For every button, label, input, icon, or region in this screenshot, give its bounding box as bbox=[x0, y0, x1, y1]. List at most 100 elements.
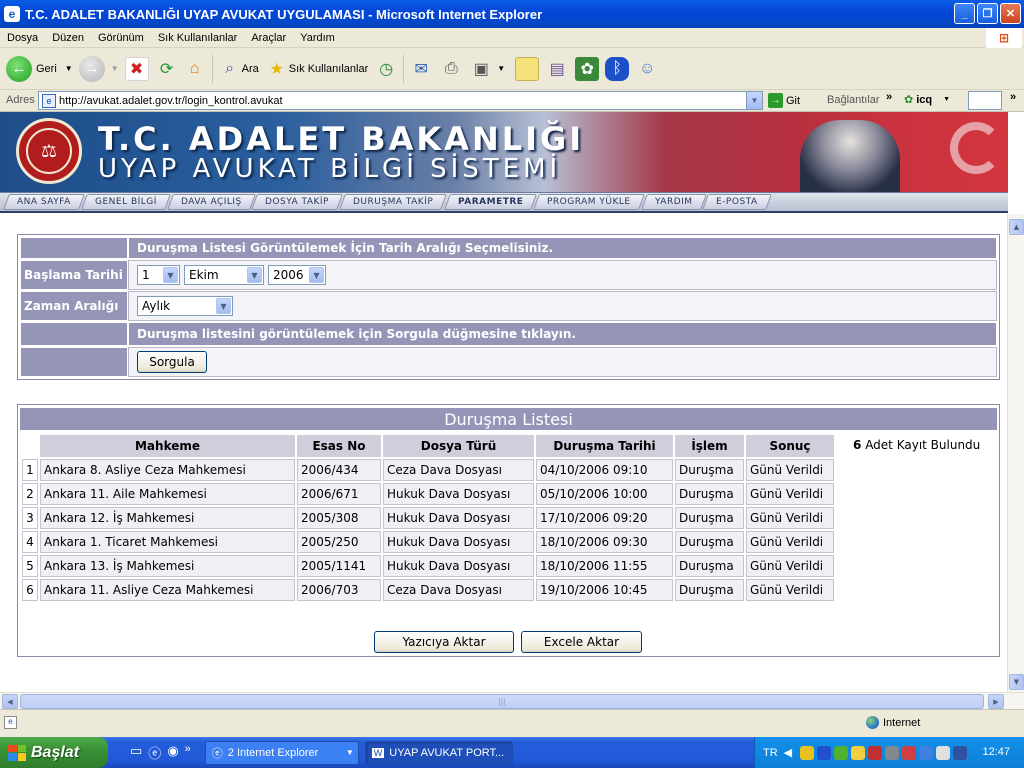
taskbar: Başlat ▭ ⓔ ◉ » ⓔ 2 Internet Explorer ▼ W… bbox=[0, 737, 1024, 768]
month-select[interactable]: Ekim ▼ bbox=[184, 265, 264, 285]
scroll-down-icon[interactable]: ▼ bbox=[1009, 674, 1024, 690]
forward-dropdown-icon[interactable]: ▼ bbox=[111, 64, 119, 73]
forward-button[interactable]: → ▼ bbox=[78, 55, 119, 82]
menu-file[interactable]: Dosya bbox=[0, 32, 45, 44]
nav-help[interactable]: YARDIM bbox=[640, 194, 707, 210]
day-select[interactable]: 1 ▼ bbox=[137, 265, 180, 285]
range-select[interactable]: Aylık ▼ bbox=[137, 296, 233, 316]
messenger-icon[interactable]: ☺ bbox=[635, 57, 659, 81]
nav-parameter[interactable]: PARAMETRE bbox=[443, 194, 538, 210]
minimize-button[interactable]: _ bbox=[954, 3, 975, 24]
page-icon: e bbox=[42, 94, 56, 108]
back-dropdown-icon[interactable]: ▼ bbox=[65, 64, 73, 73]
horizontal-scrollbar[interactable]: ◀ ||| ▶ bbox=[0, 692, 1024, 709]
clock[interactable]: 12:47 bbox=[982, 746, 1010, 758]
tray-bluetooth-icon[interactable] bbox=[817, 745, 832, 760]
edit-icon[interactable]: ▣ bbox=[469, 57, 493, 81]
chevron-down-icon: ▼ bbox=[163, 267, 178, 283]
browser-toolbar: ← Geri ▼ → ▼ ✖ ⟳ ⌂ ⌕ Ara ★ Sık Kullanıla… bbox=[0, 48, 1024, 90]
window-titlebar: e T.C. ADALET BAKANLIĞI UYAP AVUKAT UYGU… bbox=[0, 0, 1024, 28]
table-row: 6 Ankara 11. Asliye Ceza Mahkemesi 2006/70… bbox=[22, 579, 834, 601]
bluetooth-icon[interactable]: ᛒ bbox=[605, 56, 630, 81]
vertical-scrollbar[interactable]: ▲ ▼ bbox=[1007, 214, 1024, 692]
tray-antivirus-icon[interactable] bbox=[868, 745, 883, 760]
scroll-thumb[interactable]: ||| bbox=[20, 694, 984, 709]
tray-app-icon[interactable] bbox=[800, 745, 815, 760]
tray-messenger-icon[interactable] bbox=[834, 745, 849, 760]
home-icon[interactable]: ⌂ bbox=[183, 57, 207, 81]
menu-help[interactable]: Yardım bbox=[293, 32, 342, 44]
menu-view[interactable]: Görünüm bbox=[91, 32, 151, 44]
scroll-left-icon[interactable]: ◀ bbox=[2, 694, 18, 709]
address-input[interactable]: e http://avukat.adalet.gov.tr/login_kont… bbox=[38, 91, 763, 110]
close-button[interactable]: ✕ bbox=[1000, 3, 1021, 24]
start-button[interactable]: Başlat bbox=[0, 737, 108, 768]
search-button[interactable]: ⌕ Ara bbox=[218, 57, 259, 81]
menu-tools[interactable]: Araçlar bbox=[244, 32, 293, 44]
maximize-button[interactable]: ❐ bbox=[977, 3, 998, 24]
desktop-icon[interactable]: ▭ bbox=[130, 743, 142, 762]
note-icon[interactable] bbox=[515, 56, 540, 81]
quick-chevron-icon[interactable]: » bbox=[185, 743, 191, 762]
col-result: Sonuç bbox=[746, 435, 834, 457]
tray-alert-icon[interactable] bbox=[902, 745, 917, 760]
nav-case-opening[interactable]: DAVA AÇILIŞ bbox=[166, 194, 256, 210]
year-select[interactable]: 2006 ▼ bbox=[268, 265, 326, 285]
tray-folder-icon[interactable] bbox=[851, 745, 866, 760]
ie-task-icon: ⓔ bbox=[211, 747, 223, 760]
tray-display-icon[interactable] bbox=[919, 745, 934, 760]
print-export-button[interactable]: Yazıcıya Aktar bbox=[374, 631, 514, 653]
date-range-form: Duruşma Listesi Görüntülemek İçin Tarih … bbox=[17, 234, 1000, 380]
stop-icon[interactable]: ✖ bbox=[124, 56, 149, 81]
scroll-up-icon[interactable]: ▲ bbox=[1009, 219, 1024, 235]
history-icon[interactable]: ◷ bbox=[374, 57, 398, 81]
tray-expand-icon[interactable]: ◀ bbox=[784, 746, 792, 759]
tray-volume-icon[interactable] bbox=[936, 745, 951, 760]
address-dropdown-icon[interactable]: ▼ bbox=[746, 92, 762, 109]
chevron-down-icon: ▼ bbox=[247, 267, 262, 283]
page-done-icon: e bbox=[4, 716, 17, 729]
language-indicator[interactable]: TR bbox=[763, 747, 778, 759]
site-nav: ANA SAYFA GENEL BİLGİ DAVA AÇILIŞ DOSYA … bbox=[0, 192, 1008, 213]
favorites-button[interactable]: ★ Sık Kullanılanlar bbox=[265, 57, 369, 81]
tray-network-icon[interactable] bbox=[885, 745, 900, 760]
nav-general-info[interactable]: GENEL BİLGİ bbox=[80, 194, 171, 210]
nav-program-download[interactable]: PROGRAM YÜKLE bbox=[533, 194, 645, 210]
button-row-blank bbox=[20, 347, 128, 377]
mail-icon[interactable]: ✉ bbox=[409, 57, 433, 81]
menu-favorites[interactable]: Sık Kullanılanlar bbox=[151, 32, 245, 44]
query-button[interactable]: Sorgula bbox=[137, 351, 207, 373]
icq-button[interactable]: ✿ icq ▼ bbox=[904, 93, 950, 107]
nav-home[interactable]: ANA SAYFA bbox=[3, 194, 85, 210]
refresh-icon[interactable]: ⟳ bbox=[155, 57, 179, 81]
media-icon[interactable]: ◉ bbox=[167, 743, 178, 762]
nav-email[interactable]: E-POSTA bbox=[702, 194, 772, 210]
chevron-down-icon: ▼ bbox=[309, 267, 324, 283]
nav-hearing-tracking[interactable]: DURUŞMA TAKİP bbox=[339, 194, 448, 210]
research-icon[interactable]: ▤ bbox=[545, 57, 569, 81]
back-button[interactable]: ← Geri ▼ bbox=[6, 55, 73, 82]
icq-flower-icon[interactable]: ✿ bbox=[575, 56, 600, 81]
menu-edit[interactable]: Düzen bbox=[45, 32, 91, 44]
edit-dropdown-icon[interactable]: ▼ bbox=[497, 64, 505, 73]
icq-search-input[interactable] bbox=[968, 91, 1002, 110]
taskbar-word[interactable]: W UYAP AVUKAT PORT... bbox=[364, 740, 513, 765]
address-label: Adres bbox=[6, 94, 35, 106]
col-hearing-date: Duruşma Tarihi bbox=[536, 435, 673, 457]
site-banner: ⚖ T.C. ADALET BAKANLIĞI UYAP AVUKAT BİLG… bbox=[0, 112, 1008, 192]
print-icon[interactable]: ⎙ bbox=[439, 57, 463, 81]
tray-security-icon[interactable] bbox=[953, 745, 968, 760]
nav-file-tracking[interactable]: DOSYA TAKİP bbox=[251, 194, 344, 210]
task-dropdown-icon: ▼ bbox=[345, 748, 354, 757]
go-button[interactable]: → Git bbox=[768, 93, 800, 108]
scroll-right-icon[interactable]: ▶ bbox=[988, 694, 1004, 709]
ie-quick-icon[interactable]: ⓔ bbox=[148, 743, 161, 762]
taskbar-ie-group[interactable]: ⓔ 2 Internet Explorer ▼ bbox=[204, 740, 359, 765]
excel-export-button[interactable]: Excele Aktar bbox=[521, 631, 642, 653]
links-label[interactable]: Bağlantılar bbox=[827, 94, 880, 106]
toolbar-chevron-icon[interactable]: » bbox=[1010, 91, 1016, 103]
task2-label: UYAP AVUKAT PORT... bbox=[389, 746, 505, 759]
icq-dropdown-icon[interactable]: ▼ bbox=[943, 96, 950, 103]
links-chevron-icon[interactable]: » bbox=[886, 91, 892, 103]
record-count-number: 6 bbox=[853, 438, 862, 452]
